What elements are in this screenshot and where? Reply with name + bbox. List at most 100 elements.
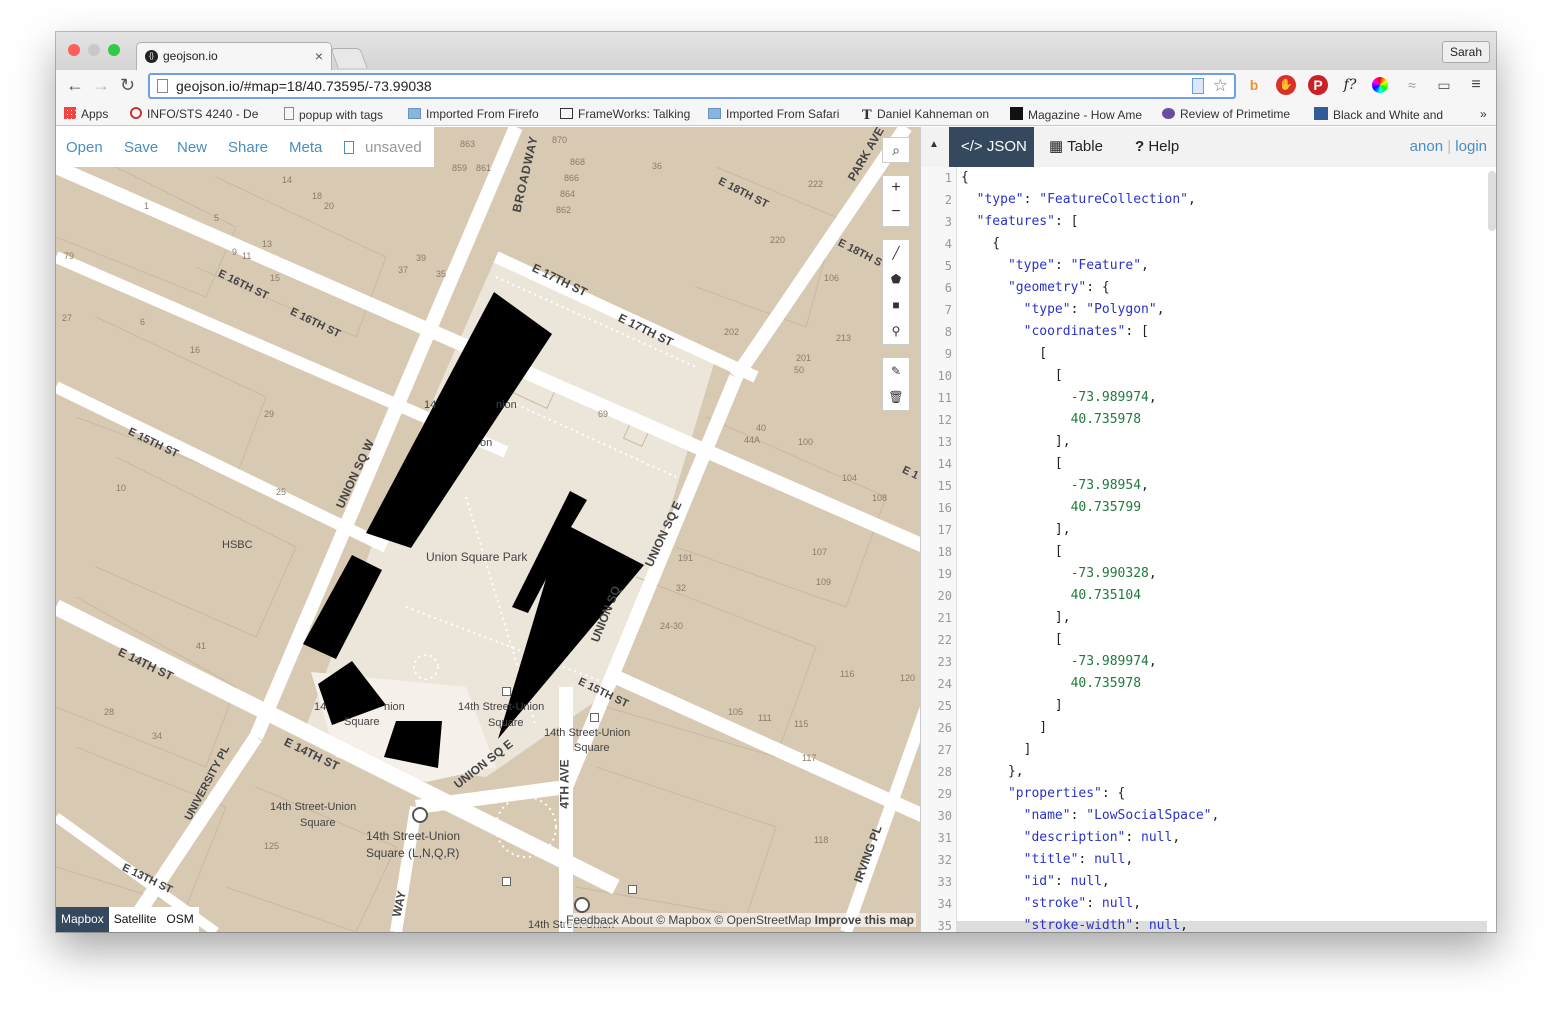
search-icon[interactable]: ⌕ xyxy=(882,137,910,163)
anon-link[interactable]: anon xyxy=(1410,138,1443,155)
bookmark-imported-safari[interactable]: Imported From Safari xyxy=(708,107,848,121)
profile-button[interactable]: Sarah xyxy=(1441,41,1490,63)
zoom-in-button[interactable]: + xyxy=(883,176,909,200)
code-line: ], xyxy=(961,610,1071,625)
subway-entrance-icon[interactable] xyxy=(628,885,637,894)
meta-button[interactable]: Meta xyxy=(289,139,322,156)
line-number: 8 xyxy=(944,325,952,339)
tab-json[interactable]: </> JSON xyxy=(949,127,1034,167)
layer-satellite[interactable]: Satellite xyxy=(108,907,162,932)
line-number: 33 xyxy=(937,875,952,889)
subway-entrance-icon[interactable] xyxy=(502,877,511,886)
subway-station-icon[interactable] xyxy=(412,807,428,823)
new-tab-button[interactable] xyxy=(330,48,368,68)
line-number: 7 xyxy=(944,303,952,317)
browser-tab[interactable]: {} geojson.io × xyxy=(136,42,332,70)
bookmark-imported-firefox[interactable]: Imported From Firefo xyxy=(408,107,544,121)
line-number: 28 xyxy=(937,765,952,779)
line-number: 35 xyxy=(937,919,952,932)
forward-arrow-icon[interactable]: → xyxy=(92,75,110,95)
attribution-text[interactable]: Feedback About © Mapbox © OpenStreetMap xyxy=(566,913,815,927)
back-arrow-icon[interactable]: ← xyxy=(66,75,84,95)
bookmark-frameworks[interactable]: FrameWorks: Talking xyxy=(560,107,696,121)
line-number: 14 xyxy=(937,457,952,471)
line-number: 17 xyxy=(937,523,952,537)
tab-table[interactable]: ▦ Table xyxy=(1037,127,1117,167)
edit-layers-icon[interactable]: ✎ xyxy=(883,358,909,384)
minimize-window-button[interactable] xyxy=(88,44,100,56)
reload-icon[interactable]: ↻ xyxy=(120,75,135,95)
bookmarks-overflow[interactable]: » xyxy=(1480,107,1487,121)
line-number: 13 xyxy=(937,435,952,449)
pinterest-extension-icon[interactable]: P xyxy=(1308,75,1328,95)
bookmark-star-icon[interactable]: ☆ xyxy=(1213,75,1228,97)
share-button[interactable]: Share xyxy=(228,139,268,156)
collapse-panel-icon[interactable]: ▲ xyxy=(929,139,939,150)
draw-rectangle-icon[interactable]: ■ xyxy=(883,292,909,318)
bookmark-magazine[interactable]: Magazine - How Ame xyxy=(1010,107,1146,122)
login-link[interactable]: login xyxy=(1455,138,1487,155)
code-line: "type": "Feature", xyxy=(1007,258,1149,273)
zoom-controls: + − xyxy=(882,175,910,227)
improve-map-link[interactable]: Improve this map xyxy=(815,913,914,927)
zoom-window-button[interactable] xyxy=(108,44,120,56)
layer-osm[interactable]: OSM xyxy=(161,907,199,932)
subway-entrance-icon[interactable] xyxy=(502,687,511,696)
editor-scrollbar[interactable] xyxy=(1488,171,1496,231)
draw-line-icon[interactable]: ╱ xyxy=(883,240,909,266)
bookmark-kahneman[interactable]: T Daniel Kahneman on xyxy=(862,107,996,121)
cast-icon[interactable]: ▭ xyxy=(1434,75,1454,95)
pushbullet-extension-icon[interactable]: ≈ xyxy=(1402,75,1422,95)
save-button[interactable]: Save xyxy=(124,139,158,156)
line-number: 2 xyxy=(944,193,952,207)
code-line: "coordinates": [ xyxy=(1023,324,1149,339)
atlantic-icon xyxy=(1010,107,1023,120)
new-button[interactable]: New xyxy=(177,139,207,156)
line-number: 31 xyxy=(937,831,952,845)
map-canvas[interactable] xyxy=(56,127,920,932)
auth-separator: | xyxy=(1447,138,1452,155)
menu-icon[interactable]: ≡ xyxy=(1466,75,1486,95)
draw-polygon-icon[interactable]: ⬟ xyxy=(883,266,909,292)
bookmark-popup-with-tags[interactable]: popup with tags xyxy=(284,107,396,122)
shield-icon xyxy=(130,107,142,119)
address-bar[interactable]: geojson.io/#map=18/40.73595/-73.99038 ☆ xyxy=(148,73,1236,99)
folder-icon xyxy=(708,108,721,119)
layer-mapbox[interactable]: Mapbox xyxy=(56,907,109,932)
open-button[interactable]: Open xyxy=(66,139,103,156)
code-line: [ xyxy=(961,632,1063,647)
line-number: 29 xyxy=(937,787,952,801)
code-line: -73.98954, xyxy=(1070,478,1149,493)
title-bar: {} geojson.io × Sarah xyxy=(56,32,1496,70)
close-window-button[interactable] xyxy=(68,44,80,56)
draw-marker-icon[interactable]: ⚲ xyxy=(883,318,909,344)
bookmark-apps[interactable]: Apps xyxy=(64,107,126,121)
delete-layers-icon[interactable]: 🗑 xyxy=(883,384,909,410)
bitly-extension-icon[interactable]: b xyxy=(1244,75,1264,95)
tab-help[interactable]: ? Help xyxy=(1123,127,1203,167)
code-line: ] xyxy=(961,720,1048,735)
edit-tools: ✎ 🗑 xyxy=(882,357,910,411)
subway-entrance-icon[interactable] xyxy=(590,713,599,722)
file-menu-bar: Open Save New Share Meta unsaved xyxy=(56,127,434,167)
bookmark-info-sts[interactable]: INFO/STS 4240 - De xyxy=(130,107,266,121)
colorzilla-extension-icon[interactable] xyxy=(1372,77,1388,93)
code-line: -73.989974, xyxy=(1070,390,1157,405)
bookmark-review-primetime[interactable]: Review of Primetime xyxy=(1162,107,1298,121)
bookmark-black-white[interactable]: Black and White and xyxy=(1314,107,1450,122)
code-line: "type": "FeatureCollection", xyxy=(976,192,1196,207)
code-line: 40.735799 xyxy=(1070,500,1142,515)
rpg-icon xyxy=(1162,108,1175,119)
map-view[interactable]: BROADWAY WAY PARK AVE E 18TH ST E 18TH S… xyxy=(56,127,920,932)
subway-station-icon[interactable] xyxy=(574,897,590,913)
adblock-extension-icon[interactable]: ✋ xyxy=(1276,75,1296,95)
json-editor[interactable]: { "type": "FeatureCollection", "features… xyxy=(961,167,1481,932)
whatfont-extension-icon[interactable]: f? xyxy=(1340,75,1360,95)
zoom-out-button[interactable]: − xyxy=(883,200,909,224)
page-icon xyxy=(284,107,294,120)
code-line: -73.989974, xyxy=(1070,654,1157,669)
document-extension-icon[interactable] xyxy=(1192,78,1204,94)
line-number: 26 xyxy=(937,721,952,735)
tab-close-icon[interactable]: × xyxy=(315,48,323,64)
map-attribution: Feedback About © Mapbox © OpenStreetMap … xyxy=(564,913,916,927)
